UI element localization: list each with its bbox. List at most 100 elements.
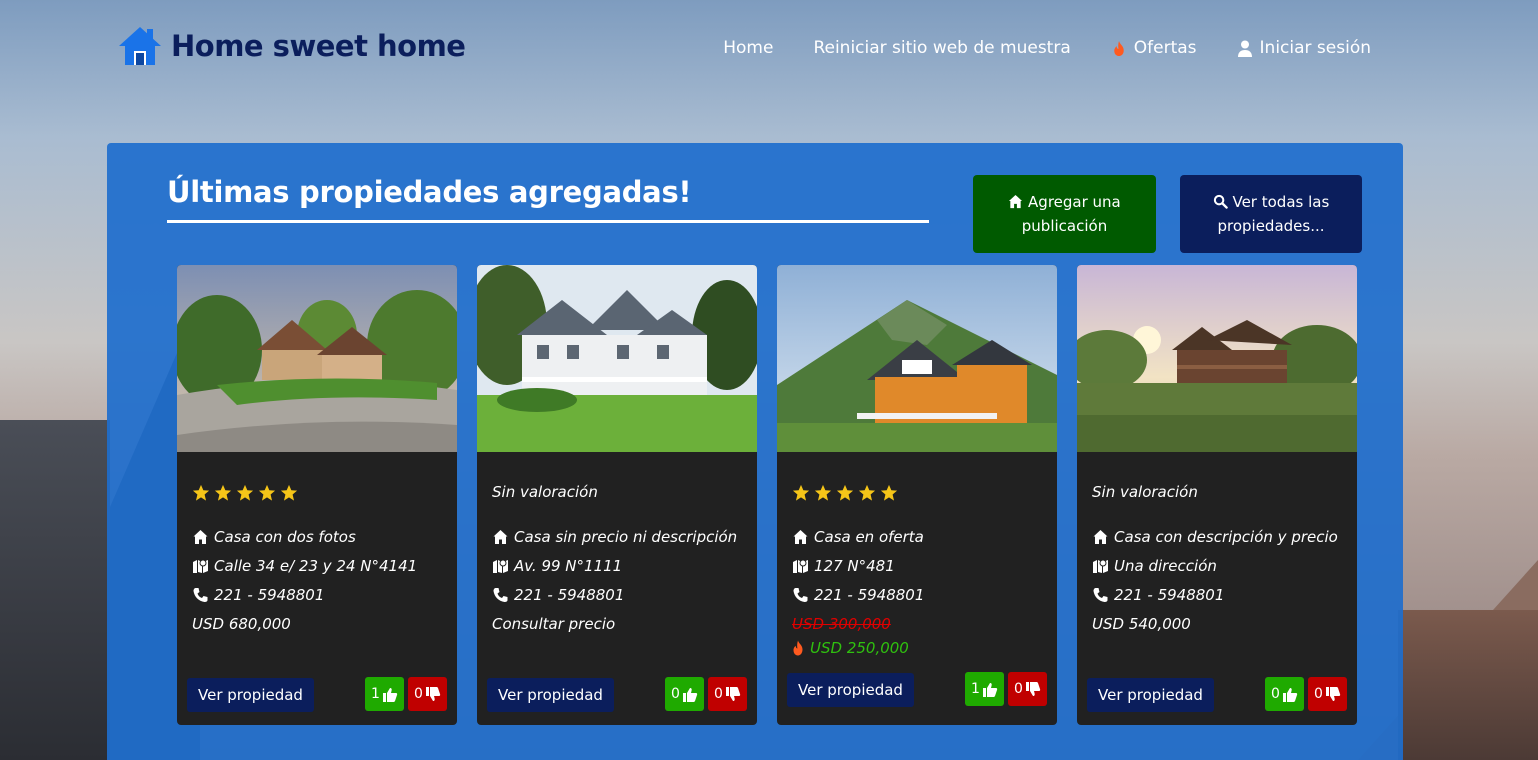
view-all-label-2: propiedades... — [1217, 217, 1325, 235]
property-price-text: Consultar precio — [492, 615, 616, 633]
dislike-count: 0 — [414, 686, 423, 702]
property-price-text: USD 680,000 — [192, 615, 291, 633]
property-address-text: 127 N°481 — [814, 557, 895, 575]
no-rating-text: Sin valoración — [492, 483, 598, 501]
home-icon — [193, 530, 208, 544]
thumbs-up-icon — [682, 687, 698, 702]
like-button[interactable]: 1 — [965, 672, 1004, 706]
property-phone: 221 - 5948801 — [492, 586, 624, 604]
property-old-price: USD 300,000 — [792, 615, 891, 633]
background-mountain-base — [1398, 610, 1538, 760]
thumbs-down-icon — [725, 686, 741, 701]
phone-icon — [1093, 588, 1108, 602]
property-phone: 221 - 5948801 — [1092, 586, 1224, 604]
view-property-button[interactable]: Ver propiedad — [1087, 678, 1214, 712]
home-icon — [1093, 530, 1108, 544]
property-address: Calle 34 e/ 23 y 24 N°4141 — [192, 557, 417, 575]
home-icon — [1009, 194, 1023, 209]
flame-icon — [793, 640, 803, 656]
property-name-text: Casa con descripción y precio — [1114, 528, 1338, 546]
offer-price-text: USD 250,000 — [810, 639, 909, 657]
thumbs-up-icon — [982, 682, 998, 697]
thumbs-down-icon — [1025, 681, 1041, 696]
property-card-body: Casa con dos fotos Calle 34 e/ 23 y 24 N… — [177, 452, 457, 725]
property-address: 127 N°481 — [792, 557, 895, 575]
star-icon — [280, 484, 298, 501]
add-publication-button[interactable]: Agregar una publicación — [973, 175, 1156, 253]
rating-stars — [192, 484, 298, 502]
view-property-button[interactable]: Ver propiedad — [187, 678, 314, 712]
like-button[interactable]: 0 — [1265, 677, 1304, 711]
home-icon — [793, 530, 808, 544]
thumbs-down-icon — [1325, 686, 1341, 701]
dislike-button[interactable]: 0 — [708, 677, 747, 711]
dislike-count: 0 — [1014, 681, 1023, 697]
property-price: USD 680,000 — [192, 615, 291, 633]
property-address: Una dirección — [1092, 557, 1217, 575]
property-photo[interactable] — [1077, 265, 1357, 452]
property-photo[interactable] — [777, 265, 1057, 452]
property-phone-text: 221 - 5948801 — [514, 586, 625, 604]
nav-offers-label: Ofertas — [1133, 38, 1197, 58]
like-button[interactable]: 0 — [665, 677, 704, 711]
view-property-button[interactable]: Ver propiedad — [787, 673, 914, 707]
star-icon — [792, 484, 810, 501]
property-card-body: Casa en oferta 127 N°481 221 - 5948801 U… — [777, 452, 1057, 725]
property-price: USD 540,000 — [1092, 615, 1191, 633]
like-count: 0 — [671, 686, 680, 702]
map-marker-icon — [793, 559, 808, 573]
nav-home[interactable]: Home — [723, 38, 773, 58]
property-price: Consultar precio — [492, 615, 615, 633]
house-logo-icon — [119, 27, 161, 65]
dislike-button[interactable]: 0 — [408, 677, 447, 711]
property-phone: 221 - 5948801 — [192, 586, 324, 604]
dislike-button[interactable]: 0 — [1008, 672, 1047, 706]
property-photo-image — [177, 265, 457, 452]
property-phone-text: 221 - 5948801 — [214, 586, 325, 604]
property-name-text: Casa con dos fotos — [214, 528, 356, 546]
property-photo[interactable] — [177, 265, 457, 452]
nav-offers[interactable]: Ofertas — [1111, 38, 1197, 58]
old-price-text: USD 300,000 — [792, 615, 891, 633]
property-phone-text: 221 - 5948801 — [1114, 586, 1225, 604]
property-name: Casa con dos fotos — [192, 528, 356, 546]
property-address: Av. 99 N°1111 — [492, 557, 622, 575]
nav-login[interactable]: Iniciar sesión — [1237, 38, 1371, 58]
property-phone: 221 - 5948801 — [792, 586, 924, 604]
thumbs-up-icon — [1282, 687, 1298, 702]
property-card: Sin valoración Casa con descripción y pr… — [1077, 265, 1357, 725]
star-icon — [214, 484, 232, 501]
nav-reset-site[interactable]: Reiniciar sitio web de muestra — [813, 38, 1070, 58]
property-photo[interactable] — [477, 265, 757, 452]
title-underline — [167, 220, 929, 223]
property-offer-price: USD 250,000 — [792, 639, 909, 657]
view-all-properties-button[interactable]: Ver todas las propiedades... — [1180, 175, 1362, 253]
dislike-button[interactable]: 0 — [1308, 677, 1347, 711]
panel-title: Últimas propiedades agregadas! — [167, 175, 692, 209]
like-button[interactable]: 1 — [365, 677, 404, 711]
property-card: Casa con dos fotos Calle 34 e/ 23 y 24 N… — [177, 265, 457, 725]
star-icon — [880, 484, 898, 501]
property-name: Casa en oferta — [792, 528, 924, 546]
main-nav: Home Reiniciar sitio web de muestra Ofer… — [723, 38, 1371, 58]
add-publication-label-2: publicación — [1021, 217, 1108, 235]
property-card: Casa en oferta 127 N°481 221 - 5948801 U… — [777, 265, 1057, 725]
thumbs-down-icon — [425, 686, 441, 701]
property-phone-text: 221 - 5948801 — [814, 586, 925, 604]
flame-icon — [1114, 40, 1124, 56]
no-rating-text: Sin valoración — [1092, 483, 1198, 501]
map-marker-icon — [1093, 559, 1108, 573]
home-icon — [493, 530, 508, 544]
property-photo-image — [1077, 265, 1357, 452]
property-name-text: Casa en oferta — [814, 528, 924, 546]
property-address-text: Av. 99 N°1111 — [514, 557, 623, 575]
user-icon — [1237, 40, 1252, 57]
rating-stars — [792, 484, 898, 502]
property-name-text: Casa sin precio ni descripción — [514, 528, 738, 546]
view-property-button[interactable]: Ver propiedad — [487, 678, 614, 712]
property-card-body: Sin valoración Casa con descripción y pr… — [1077, 452, 1357, 725]
property-address-text: Calle 34 e/ 23 y 24 N°4141 — [214, 557, 418, 575]
site-logo[interactable]: Home sweet home — [117, 25, 466, 67]
like-count: 1 — [971, 681, 980, 697]
logo-text: Home sweet home — [171, 29, 466, 63]
